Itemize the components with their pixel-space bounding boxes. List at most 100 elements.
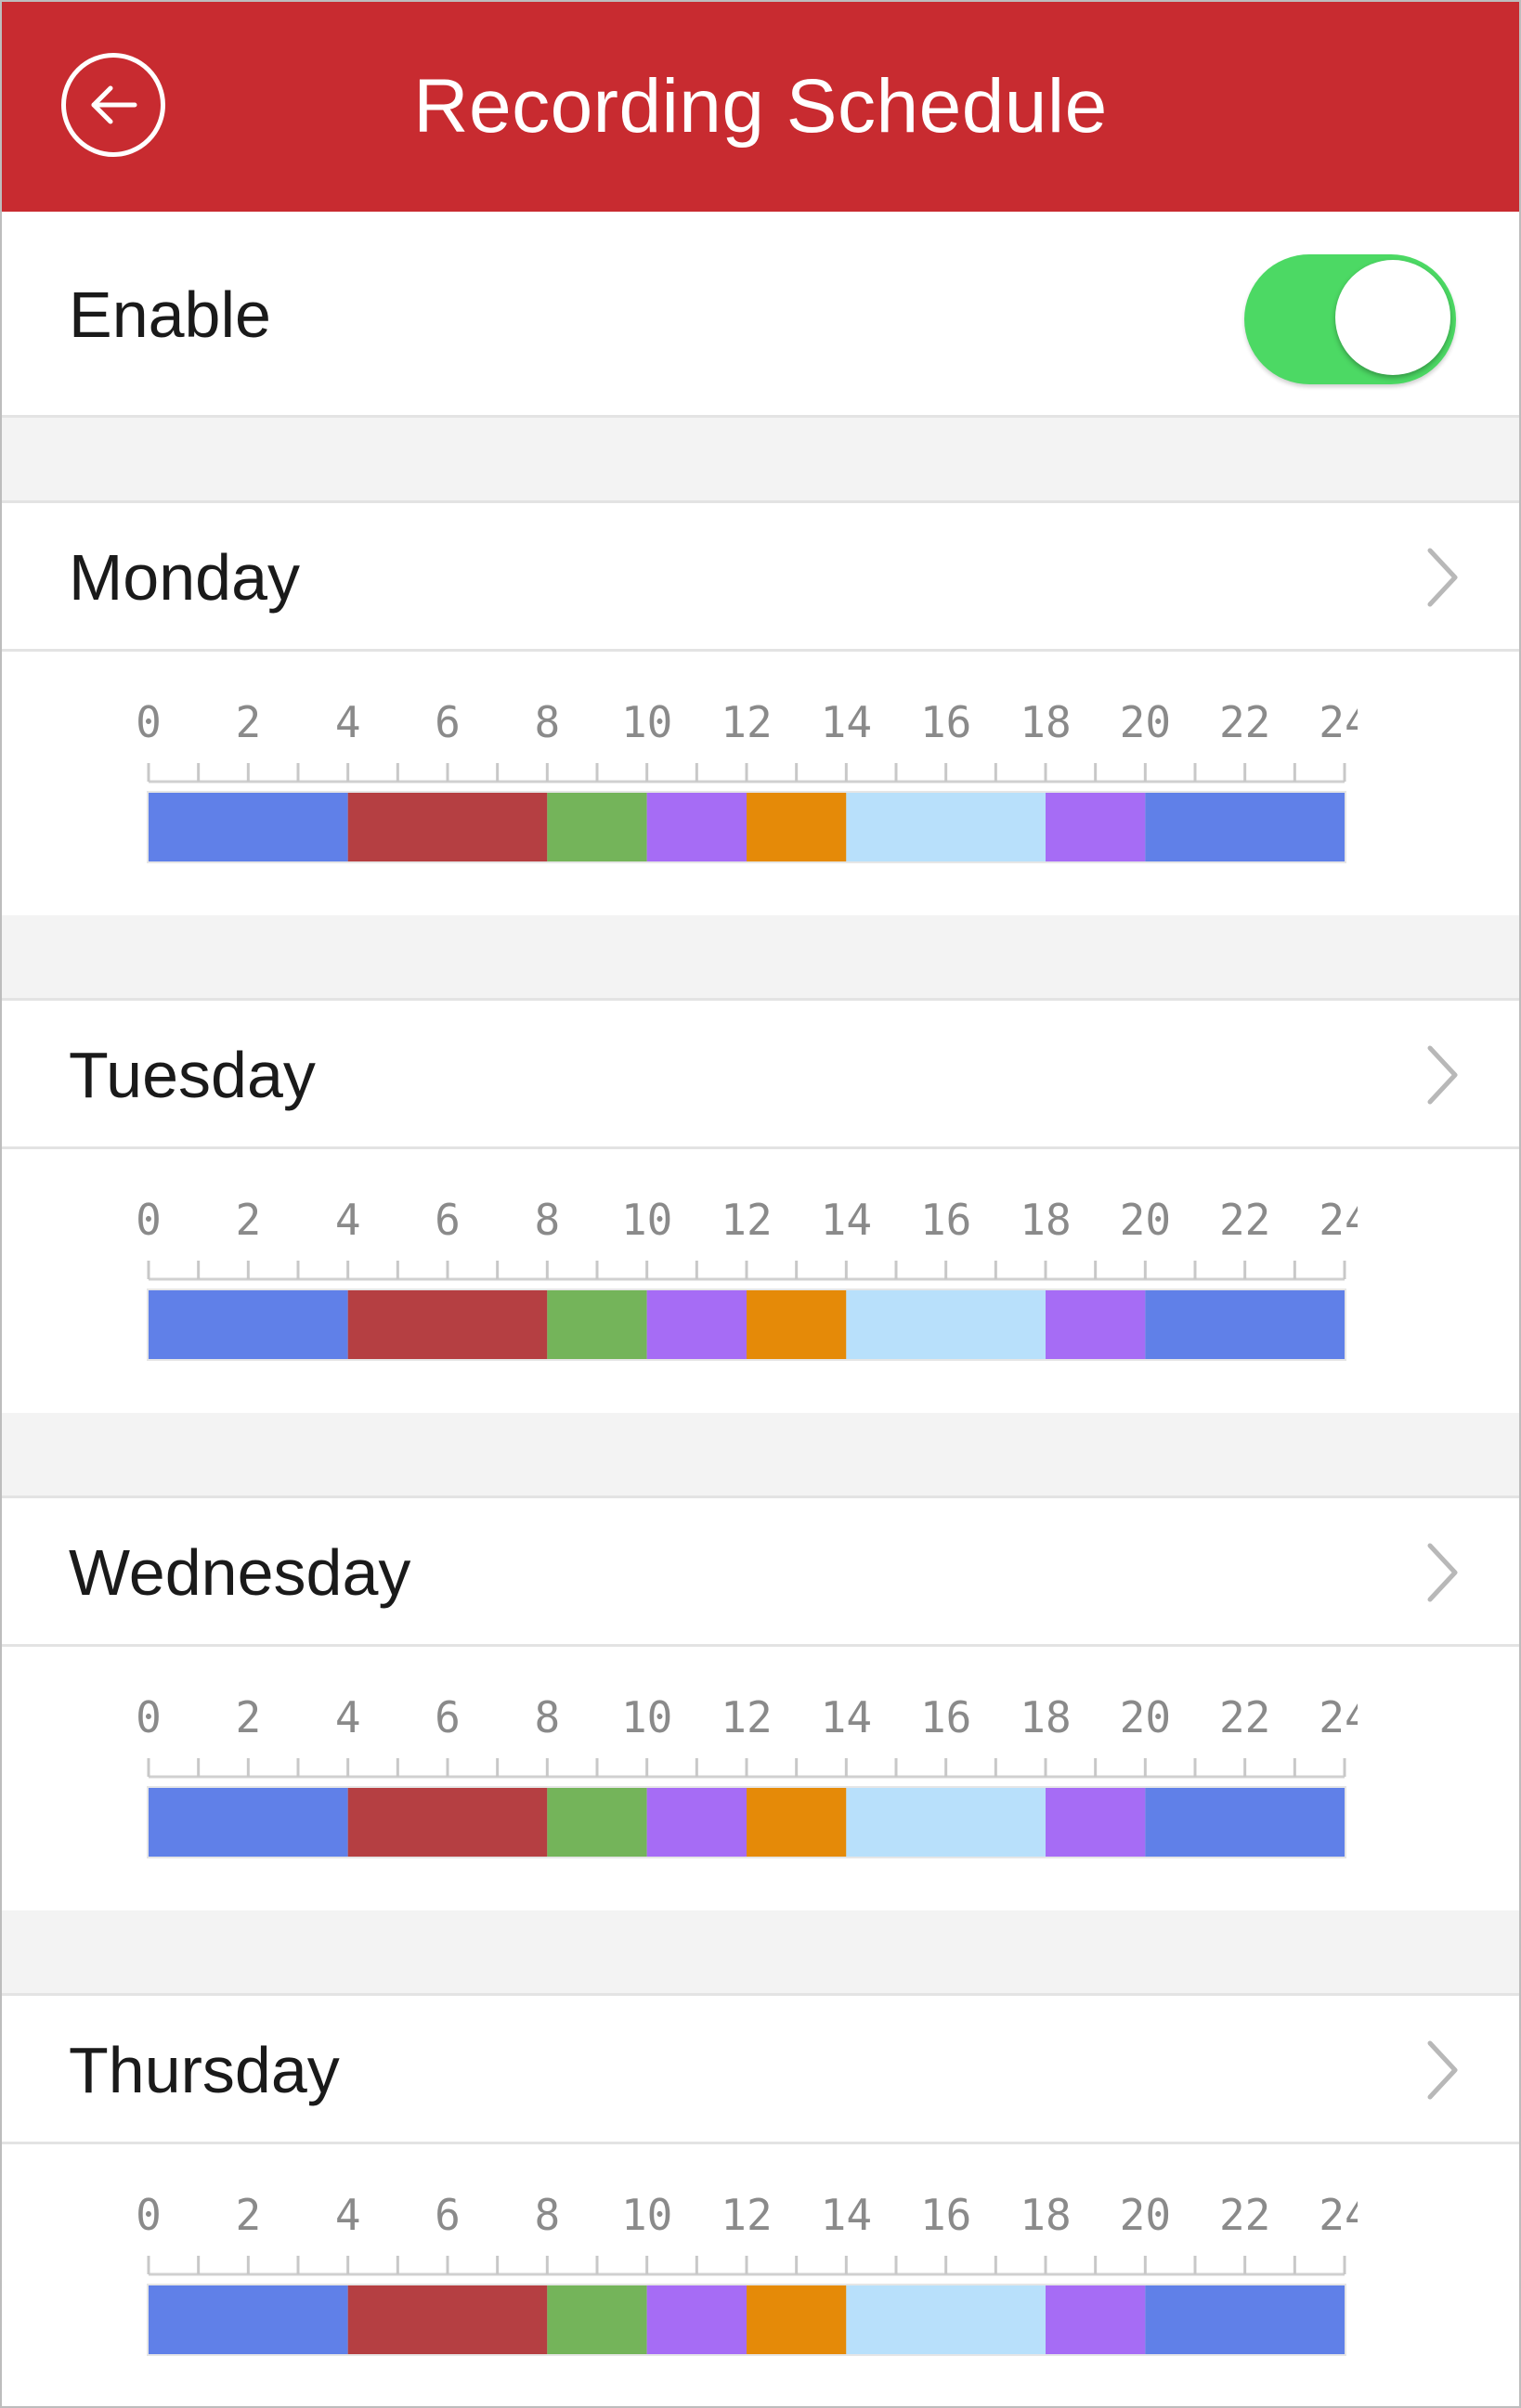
hour-tick-label: 6 [435,2190,461,2240]
page-title: Recording Schedule [413,64,1108,149]
hour-tick-label: 0 [136,2190,162,2240]
hour-tick-label: 16 [920,697,971,747]
hour-tick-label: 14 [821,1195,872,1245]
hour-tick-label: 4 [335,1692,361,1742]
hour-tick-label: 8 [534,2190,560,2240]
schedule-segment [747,2285,847,2354]
hour-tick-label: 18 [1020,1692,1071,1742]
hour-tick-label: 24 [1319,1692,1358,1742]
chevron-right-icon[interactable] [1424,1042,1462,1107]
chevron-right-icon[interactable] [1424,2038,1462,2103]
section-spacer [2,1413,1519,1498]
day-timeline[interactable]: 024681012141618202224 [2,2144,1519,2406]
schedule-segment [1145,793,1345,861]
schedule-segment [547,1290,647,1359]
section-spacer [2,1910,1519,1996]
hour-tick-label: 6 [435,1195,461,1245]
day-row-monday[interactable]: Monday [2,503,1519,652]
schedule-segment [846,1290,1046,1359]
hour-tick-label: 18 [1020,697,1071,747]
timeline-chart: 024681012141618202224 [136,697,1358,863]
schedule-segment [149,793,348,861]
day-label: Monday [69,541,301,614]
schedule-segment [846,793,1046,861]
hour-tick-label: 16 [920,2190,971,2240]
chevron-right-icon[interactable] [1424,545,1462,610]
hour-tick-label: 24 [1319,1195,1358,1245]
hour-tick-label: 16 [920,1692,971,1742]
hour-tick-label: 2 [235,1692,261,1742]
schedule-segment [646,793,747,861]
hour-tick-label: 8 [534,697,560,747]
day-timeline[interactable]: 024681012141618202224 [2,652,1519,915]
hour-tick-label: 12 [721,697,772,747]
day-label: Tuesday [69,1039,316,1111]
hour-tick-label: 4 [335,697,361,747]
hour-tick-label: 22 [1219,697,1270,747]
hour-tick-label: 24 [1319,697,1358,747]
hour-tick-label: 8 [534,1195,560,1245]
hour-tick-label: 14 [821,2190,872,2240]
schedule-segment [1145,1788,1345,1857]
schedule-segment [747,1788,847,1857]
hour-tick-label: 14 [821,1692,872,1742]
schedule-segment [347,1290,548,1359]
hour-tick-label: 20 [1120,1692,1171,1742]
schedule-segment [1046,2285,1146,2354]
hour-tick-label: 2 [235,1195,261,1245]
hour-tick-label: 2 [235,697,261,747]
schedule-segment [1046,793,1146,861]
hour-tick-label: 18 [1020,1195,1071,1245]
timeline-chart: 024681012141618202224 [136,1195,1358,1361]
day-row-wednesday[interactable]: Wednesday [2,1498,1519,1647]
hour-tick-label: 4 [335,1195,361,1245]
hour-tick-label: 12 [721,2190,772,2240]
hour-tick-label: 6 [435,697,461,747]
schedule-segment [347,2285,548,2354]
day-timeline[interactable]: 024681012141618202224 [2,1149,1519,1413]
hour-tick-label: 0 [136,1692,162,1742]
day-label: Wednesday [69,1536,411,1609]
hour-tick-label: 10 [621,1195,672,1245]
hour-tick-label: 22 [1219,1195,1270,1245]
day-row-thursday[interactable]: Thursday [2,1996,1519,2144]
schedule-segment [1145,1290,1345,1359]
hour-tick-label: 22 [1219,1692,1270,1742]
schedule-segment [646,2285,747,2354]
schedule-segment [547,793,647,861]
schedule-segment [1046,1290,1146,1359]
schedule-segment [1046,1788,1146,1857]
schedule-segment [846,1788,1046,1857]
schedule-segment [347,793,548,861]
enable-row: Enable [2,212,1519,418]
chevron-right-icon[interactable] [1424,1540,1462,1605]
section-spacer [2,915,1519,1001]
enable-toggle[interactable] [1244,254,1456,384]
hour-tick-label: 10 [621,697,672,747]
hour-tick-label: 20 [1120,697,1171,747]
day-timeline[interactable]: 024681012141618202224 [2,1647,1519,1910]
schedule-segment [547,1788,647,1857]
section-spacer [2,418,1519,503]
hour-tick-label: 18 [1020,2190,1071,2240]
hour-tick-label: 0 [136,697,162,747]
timeline-chart: 024681012141618202224 [136,2190,1358,2356]
schedule-segment [846,2285,1046,2354]
hour-tick-label: 4 [335,2190,361,2240]
schedule-segment [1145,2285,1345,2354]
enable-label: Enable [69,278,271,351]
hour-tick-label: 0 [136,1195,162,1245]
schedule-segment [347,1788,548,1857]
schedule-segment [149,1290,348,1359]
hour-tick-label: 14 [821,697,872,747]
schedule-segment [149,1788,348,1857]
hour-tick-label: 12 [721,1195,772,1245]
header-bar: Recording Schedule [2,2,1519,212]
schedule-segment [747,1290,847,1359]
toggle-knob [1335,260,1450,375]
day-row-tuesday[interactable]: Tuesday [2,1001,1519,1149]
hour-tick-label: 20 [1120,1195,1171,1245]
hour-tick-label: 6 [435,1692,461,1742]
hour-tick-label: 8 [534,1692,560,1742]
schedule-segment [646,1290,747,1359]
